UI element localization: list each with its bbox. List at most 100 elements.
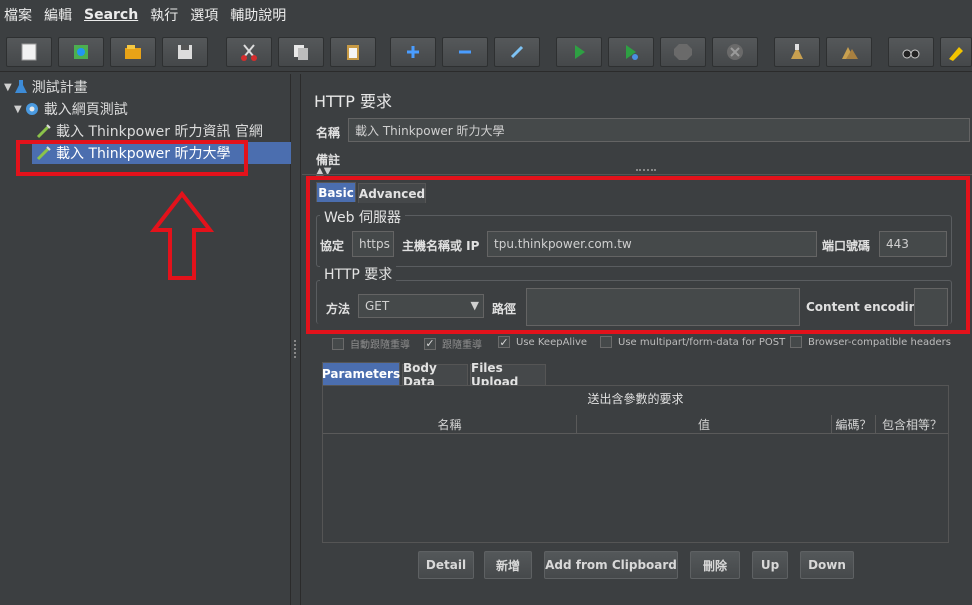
templates-button[interactable] bbox=[58, 37, 104, 67]
new-icon bbox=[21, 43, 37, 61]
web-server-title: Web 伺服器 bbox=[320, 207, 405, 227]
comment-field[interactable] bbox=[348, 146, 970, 166]
checkbox-auto-redirect[interactable]: 自動跟隨重導 bbox=[332, 336, 410, 351]
host-field[interactable]: tpu.thinkpower.com.tw bbox=[487, 231, 817, 257]
down-button[interactable]: Down bbox=[800, 551, 854, 579]
name-label: 名稱 bbox=[316, 126, 341, 140]
tab-parameters[interactable]: Parameters bbox=[322, 362, 400, 385]
clear-button[interactable] bbox=[774, 37, 820, 67]
menu-search[interactable]: Search bbox=[84, 7, 138, 23]
shutdown-button[interactable] bbox=[712, 37, 758, 67]
menu-help[interactable]: 輔助說明 bbox=[230, 5, 286, 25]
checkbox-box bbox=[332, 337, 344, 350]
collapse-arrows-icon[interactable]: ▲▼ bbox=[316, 166, 331, 177]
stop-button[interactable] bbox=[660, 37, 706, 67]
delete-button[interactable]: 刪除 bbox=[690, 551, 740, 579]
flask-icon bbox=[14, 80, 27, 93]
checkbox-keepalive[interactable]: ✓ Use KeepAlive bbox=[498, 336, 588, 349]
clear-all-button[interactable] bbox=[826, 37, 872, 67]
stop-icon bbox=[674, 44, 692, 60]
reset-search-icon bbox=[949, 47, 963, 61]
search-button[interactable] bbox=[888, 37, 934, 67]
protocol-label: 協定 bbox=[320, 239, 345, 253]
menu-file[interactable]: 檔案 bbox=[4, 5, 32, 25]
method-select[interactable]: GET ▼ bbox=[358, 294, 484, 318]
detail-button[interactable]: Detail bbox=[418, 551, 474, 579]
toggle-icon bbox=[510, 45, 524, 59]
path-field[interactable] bbox=[526, 288, 800, 326]
column-header-value[interactable]: 值 bbox=[577, 415, 832, 434]
chevron-down-icon: ▼ bbox=[4, 81, 12, 93]
encoding-field[interactable] bbox=[914, 288, 948, 326]
column-header-include-equals[interactable]: 包含相等？ bbox=[876, 415, 948, 434]
shutdown-icon bbox=[727, 44, 743, 60]
clear-icon bbox=[791, 44, 803, 59]
name-field[interactable]: 載入 Thinkpower 昕力大學 bbox=[348, 118, 970, 142]
checkbox-label: Use KeepAlive bbox=[516, 336, 588, 348]
port-field[interactable]: 443 bbox=[879, 231, 947, 257]
splitter-grip bbox=[636, 169, 656, 171]
menu-edit[interactable]: 編輯 bbox=[44, 5, 72, 25]
checkbox-browser-headers[interactable]: Browser-compatible headers bbox=[790, 336, 951, 348]
menu-bar: 檔案 編輯 Search 執行 選項 輔助說明 bbox=[0, 0, 972, 30]
start-no-pause-button[interactable] bbox=[608, 37, 654, 67]
checkbox-follow-redirects[interactable]: ✓ 跟隨重導 bbox=[424, 336, 482, 351]
column-header-encode[interactable]: 編碼？ bbox=[832, 415, 876, 434]
port-label: 端口號碼 bbox=[822, 239, 871, 253]
cut-icon bbox=[241, 44, 257, 61]
open-button[interactable] bbox=[110, 37, 156, 67]
checkbox-multipart[interactable]: Use multipart/form-data for POST bbox=[600, 336, 785, 348]
new-button[interactable] bbox=[6, 37, 52, 67]
checkbox-label: 跟隨重導 bbox=[442, 340, 482, 351]
copy-button[interactable] bbox=[278, 37, 324, 67]
tab-files-upload[interactable]: Files Upload bbox=[470, 361, 546, 389]
column-header-name[interactable]: 名稱 bbox=[323, 415, 577, 434]
up-button[interactable]: Up bbox=[752, 551, 788, 579]
open-icon bbox=[125, 45, 141, 59]
table-caption: 送出含參數的要求 bbox=[587, 392, 684, 406]
tab-basic[interactable]: Basic bbox=[316, 182, 356, 202]
reset-search-button[interactable] bbox=[940, 37, 972, 67]
start-button[interactable] bbox=[556, 37, 602, 67]
test-plan-tree: ▼ 測試計畫 ▼ 載入網頁測試 載入 Thinkpower 昕力資訊 官網 載入… bbox=[0, 74, 291, 605]
encoding-label: Content encoding: bbox=[806, 300, 931, 314]
cut-button[interactable] bbox=[226, 37, 272, 67]
checkbox-label: Use multipart/form-data for POST bbox=[618, 336, 786, 348]
templates-icon bbox=[74, 45, 88, 59]
checkmark-icon: ✓ bbox=[424, 337, 436, 350]
tree-node-test-plan[interactable]: ▼ 測試計畫 bbox=[4, 76, 88, 98]
tree-node-http-2[interactable]: 載入 Thinkpower 昕力大學 bbox=[32, 142, 291, 164]
add-from-clipboard-button[interactable]: Add from Clipboard bbox=[544, 551, 678, 579]
paste-button[interactable] bbox=[330, 37, 376, 67]
clear-all-icon bbox=[842, 47, 858, 59]
page-title: HTTP 要求 bbox=[314, 92, 393, 111]
tab-body-data[interactable]: Body Data bbox=[402, 361, 468, 389]
separator bbox=[302, 174, 972, 175]
protocol-field[interactable]: https bbox=[352, 231, 394, 257]
annotation-arrow-icon bbox=[150, 190, 214, 280]
toggle-button[interactable] bbox=[494, 37, 540, 67]
toolbar bbox=[0, 30, 972, 72]
method-value: GET bbox=[365, 299, 390, 313]
save-button[interactable] bbox=[162, 37, 208, 67]
menu-run[interactable]: 執行 bbox=[150, 5, 178, 25]
pipette-icon bbox=[36, 146, 51, 161]
menu-options[interactable]: 選項 bbox=[190, 5, 218, 25]
start-no-pause-icon bbox=[626, 45, 638, 60]
save-icon bbox=[178, 45, 192, 59]
tab-advanced[interactable]: Advanced bbox=[358, 183, 426, 203]
chevron-down-icon: ▼ bbox=[14, 103, 22, 115]
tree-node-thread-group[interactable]: ▼ 載入網頁測試 bbox=[14, 98, 128, 120]
splitter[interactable] bbox=[291, 74, 301, 605]
splitter-grip bbox=[294, 340, 298, 358]
expand-icon bbox=[407, 46, 419, 58]
collapse-button[interactable] bbox=[442, 37, 488, 67]
expand-button[interactable] bbox=[390, 37, 436, 67]
paste-icon bbox=[347, 45, 359, 60]
gear-icon bbox=[25, 103, 38, 115]
tree-node-http-1[interactable]: 載入 Thinkpower 昕力資訊 官網 bbox=[36, 120, 263, 142]
checkbox-box bbox=[790, 336, 802, 348]
add-button[interactable]: 新增 bbox=[484, 551, 532, 579]
collapse-icon bbox=[459, 50, 471, 54]
method-label: 方法 bbox=[326, 302, 351, 316]
